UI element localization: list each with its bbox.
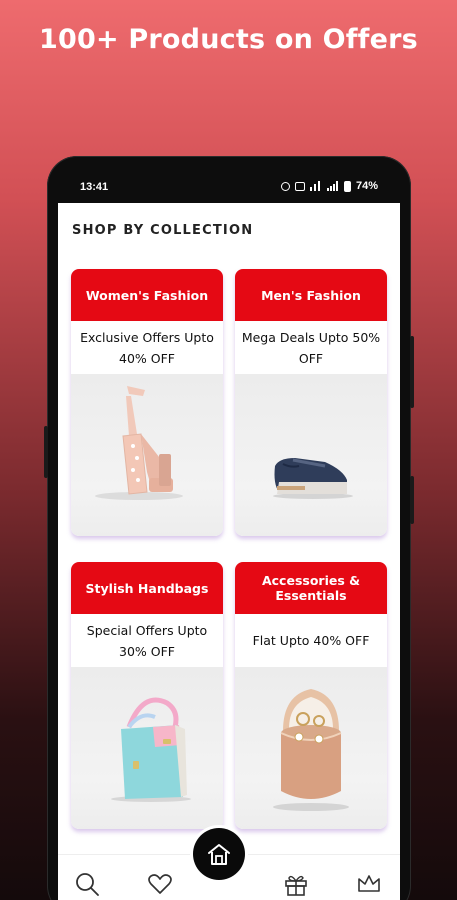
collection-card-handbags[interactable]: Stylish Handbags Special Offers Upto 30%… [71,562,223,829]
battery-percent: 74% [355,180,378,192]
signal-icon [326,181,339,191]
search-icon [76,873,99,896]
nav-gifts[interactable] [281,869,311,899]
collection-offer: Exclusive Offers Upto 40% OFF [80,329,214,366]
nav-search[interactable] [72,869,102,899]
collection-image-sneaker [235,374,387,536]
section-title: SHOP BY COLLECTION [72,223,254,238]
wifi-icon [309,181,322,191]
collection-image-heel-sandal [71,374,223,536]
heart-icon [148,874,172,894]
collection-offer: Flat Upto 40% OFF [252,633,370,648]
crown-icon [358,875,380,892]
notification-icon [280,181,290,191]
mail-icon [294,181,305,191]
collection-title: Women's Fashion [71,269,223,321]
collection-image-jewelry-box [235,667,387,829]
collection-offer: Mega Deals Upto 50% OFF [241,329,381,366]
home-icon [208,844,230,865]
collection-title: Accessories & Essentials [235,562,387,614]
phone-volume-button [410,336,414,408]
collection-card-womens-fashion[interactable]: Women's Fashion Exclusive Offers Upto 40… [71,269,223,536]
collection-image-handbag [71,667,223,829]
battery-icon [343,180,351,192]
status-icons: 74% [280,180,378,192]
collection-card-mens-fashion[interactable]: Men's Fashion Mega Deals Upto 50% OFF [235,269,387,536]
status-bar: 13:41 74% [58,174,400,204]
collection-offer: Special Offers Upto 30% OFF [86,622,208,659]
collection-title: Stylish Handbags [71,562,223,614]
nav-home-button[interactable] [193,828,245,880]
phone-side-button [44,426,48,478]
nav-wishlist[interactable] [145,869,175,899]
gift-icon [285,875,307,896]
nav-premium[interactable] [354,869,384,899]
collection-title: Men's Fashion [235,269,387,321]
promo-title: 100+ Products on Offers [39,24,418,55]
app-screen: SHOP BY COLLECTION Women's Fashion Exclu… [58,203,400,900]
status-time: 13:41 [80,181,109,193]
phone-frame: 13:41 74% SHOP BY COLLECTION Women's Fas… [44,156,414,900]
phone-power-button [410,476,414,524]
collection-card-accessories[interactable]: Accessories & Essentials Flat Upto 40% O… [235,562,387,829]
